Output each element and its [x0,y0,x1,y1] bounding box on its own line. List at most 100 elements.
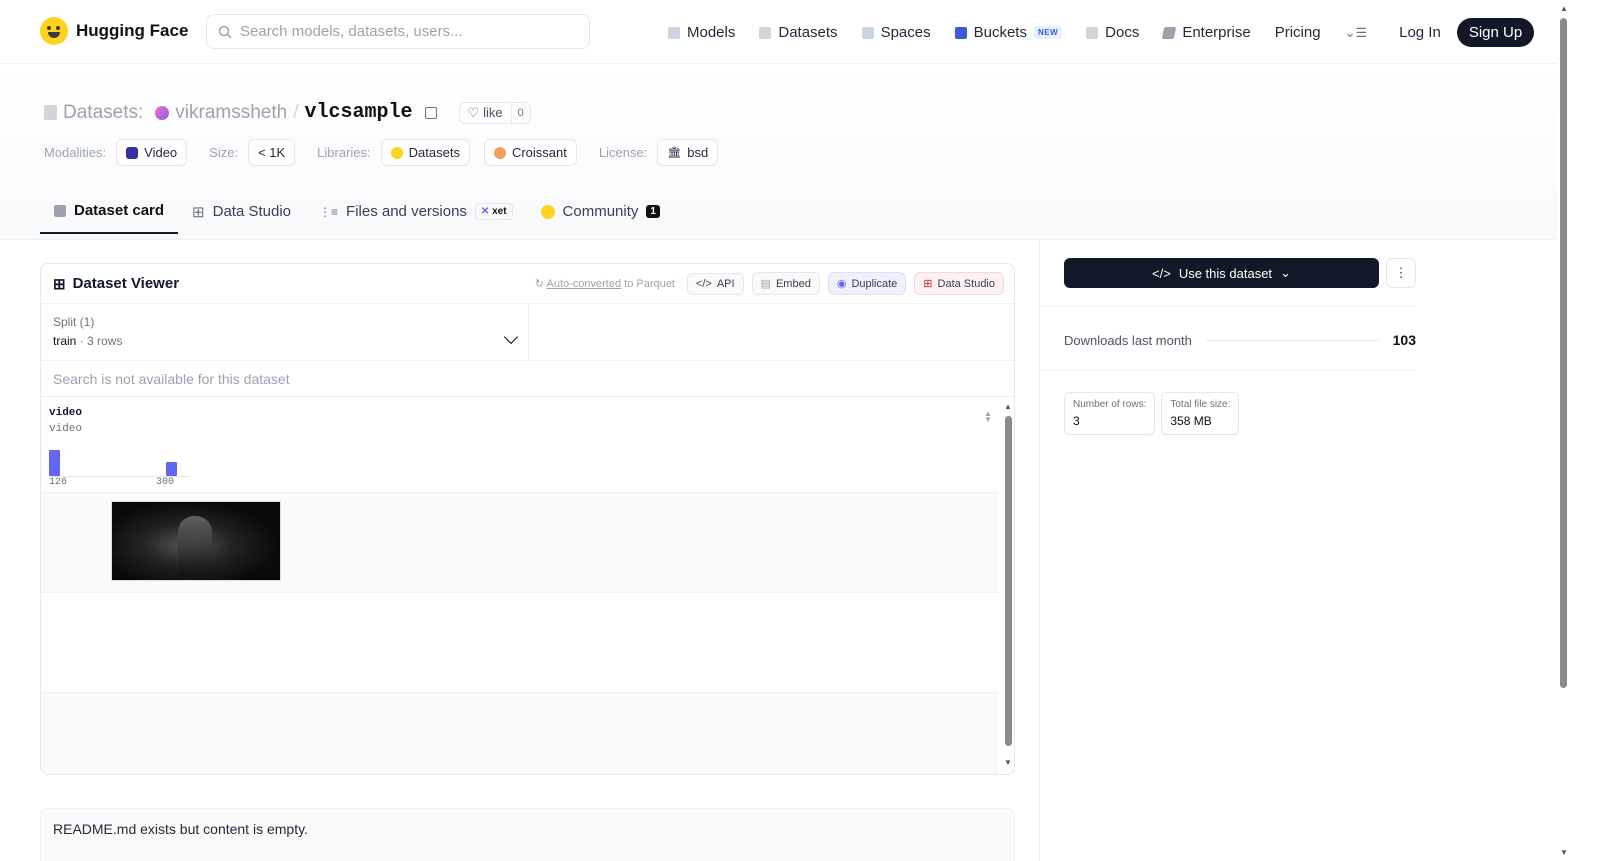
libraries-label: Libraries: [317,145,371,160]
filesize-label: Total file size: [1170,399,1231,410]
book-icon [1086,26,1099,39]
hist-bar [166,462,177,476]
rows-stat: Number of rows: 3 [1064,392,1156,435]
auto-converted-note[interactable]: ↻ Auto-converted to Parquet [535,277,675,290]
table-row[interactable] [41,693,998,774]
tab-data-studio[interactable]: ⊞ Data Studio [178,189,305,234]
scroll-thumb[interactable] [1005,416,1012,746]
split-selector[interactable]: Split (1) train · 3 rows [41,304,529,360]
login-link[interactable]: Log In [1399,24,1441,41]
downloads-count: 103 [1392,332,1416,348]
nav-docs[interactable]: Docs [1086,19,1139,47]
dataset-owner[interactable]: vikramssheth [175,102,287,124]
scroll-down-icon[interactable]: ▼ [1560,848,1568,857]
column-header-video[interactable]: video video 126 300 ▲ ▼ [41,397,998,493]
scroll-up-icon[interactable]: ▲ [1004,402,1012,411]
nav-models[interactable]: Models [668,19,735,47]
column-type: video [49,423,83,435]
copy-icon[interactable] [424,106,437,119]
license-value: bsd [687,145,709,160]
files-icon: ⋮≡ [319,204,339,219]
more-menu-icon[interactable]: ⌄☰ [1345,25,1368,41]
community-count-badge: 1 [646,205,660,218]
nav-spaces[interactable]: Spaces [861,19,931,47]
use-dataset-button[interactable]: </> Use this dataset ⌄ [1064,258,1379,288]
size-chip[interactable]: < 1K [248,139,296,166]
nav-pricing[interactable]: Pricing [1275,19,1321,47]
readme-notice: README.md exists but content is empty. [40,808,1015,861]
datasets-prefix[interactable]: Datasets: [63,102,143,124]
dataset-stats: Number of rows: 3 Total file size: 358 MB [1064,392,1240,435]
heart-icon: ♡ [467,104,480,120]
tab-data-studio-label: Data Studio [212,203,292,220]
downloads-row: Downloads last month 103 [1064,332,1416,348]
viewer-title-label: Dataset Viewer [72,275,180,292]
search-unavailable-notice: Search is not available for this dataset [41,361,1014,397]
more-options-button[interactable]: ⋮ [1386,258,1416,288]
nav-datasets[interactable]: Datasets [759,19,838,47]
sidebar: </> Use this dataset ⌄ ⋮ Downloads last mo… [1039,240,1557,861]
library-chip-croissant[interactable]: Croissant [483,139,577,166]
database-icon [44,105,57,120]
community-icon [540,204,555,219]
api-button[interactable]: </> API [686,272,744,295]
duplicate-button[interactable]: ◉ Duplicate [827,272,907,295]
xet-label: xet [492,206,507,217]
signup-button[interactable]: Sign Up [1456,18,1535,47]
data-studio-button[interactable]: ⊞ Data Studio [914,272,1004,295]
table-row[interactable] [41,493,998,593]
split-rows: 3 rows [87,334,123,348]
search-input[interactable] [240,23,560,40]
library-chip-datasets[interactable]: Datasets [380,139,470,166]
tab-files-and-versions[interactable]: ⋮≡ Files and versions ✕ xet [305,189,527,234]
viewer-scrollbar[interactable]: ▲ ▼ [1002,402,1012,774]
modality-chip[interactable]: Video [116,139,188,166]
code-icon: </> [1152,265,1171,281]
auto-converted-link[interactable]: Auto-converted [546,278,621,290]
split-name: train [53,334,77,348]
tab-dataset-card[interactable]: Dataset card [40,189,179,234]
nav-spaces-label: Spaces [880,24,931,41]
dataset-title-row: Datasets: vikramssheth / vlcsample ♡ like… [44,101,531,124]
code-icon: </> [695,277,712,290]
avatar [155,105,170,120]
duplicate-icon: ◉ [836,278,847,290]
video-thumbnail[interactable] [111,501,281,581]
rows-label: Number of rows: [1073,399,1147,410]
filesize-stat: Total file size: 358 MB [1161,392,1240,435]
license-chip[interactable]: 🏛 bsd [657,139,719,166]
size-value: < 1K [258,145,286,160]
scroll-down-icon[interactable]: ▼ [1004,758,1012,767]
library-croissant: Croissant [511,145,567,160]
use-dataset-label: Use this dataset [1178,265,1273,281]
scroll-up-icon[interactable]: ▲ [1560,4,1568,13]
search-icon [218,25,232,39]
nav-enterprise[interactable]: Enterprise [1162,19,1251,47]
brand-logo[interactable]: Hugging Face [40,17,188,45]
new-badge: NEW [1033,26,1063,39]
nav-links: Models Datasets Spaces Buckets NEW Docs E… [668,18,1535,47]
duplicate-label: Duplicate [851,277,898,290]
hist-min-label: 126 [49,477,68,488]
tab-dataset-card-label: Dataset card [74,202,165,219]
dataset-viewer: ⊞ Dataset Viewer ↻ Auto-converted to Parq… [40,263,1015,775]
table-row[interactable] [41,593,998,693]
nav-buckets[interactable]: Buckets NEW [954,19,1063,47]
page-scroll-thumb[interactable] [1560,18,1567,688]
table-icon: ⊞ [192,203,205,221]
page-scrollbar[interactable]: ▲ ▼ [1557,0,1569,861]
sort-icon[interactable]: ▲ ▼ [984,410,992,424]
embed-button[interactable]: ▤ Embed [751,272,820,295]
nav-models-label: Models [687,24,736,41]
nav-datasets-label: Datasets [778,24,838,41]
like-button[interactable]: ♡ like 0 [458,101,531,124]
video-icon [126,146,139,159]
grid-icon [861,26,874,39]
tab-community[interactable]: Community 1 [527,189,674,234]
license-label: License: [598,145,648,160]
bank-icon: 🏛 [667,147,682,159]
dataset-name[interactable]: vlcsample [304,101,412,124]
like-count: 0 [517,106,524,119]
library-datasets: Datasets [408,145,460,160]
search-box[interactable] [206,14,590,49]
